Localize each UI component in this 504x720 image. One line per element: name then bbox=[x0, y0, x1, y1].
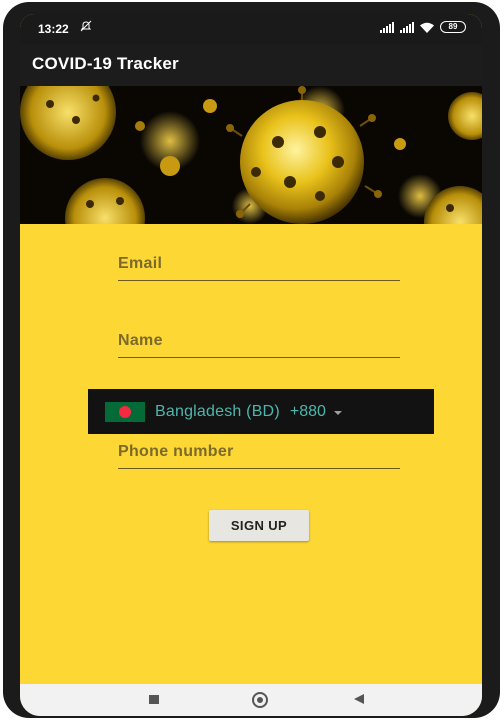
signal-icon bbox=[400, 21, 414, 33]
screen: 13:22 89 COVID-19 Tracker Email Name Ban… bbox=[20, 14, 482, 716]
bangladesh-flag-icon bbox=[105, 401, 145, 422]
sign-up-button[interactable]: SIGN UP bbox=[209, 510, 309, 541]
email-field[interactable] bbox=[118, 250, 400, 278]
signal-icon bbox=[380, 21, 394, 33]
status-bar: 13:22 89 bbox=[20, 14, 482, 44]
email-field-container bbox=[118, 250, 400, 281]
app-bar: COVID-19 Tracker bbox=[20, 44, 482, 86]
chevron-down-icon bbox=[333, 410, 342, 415]
back-button[interactable] bbox=[340, 684, 380, 716]
phone-frame: 13:22 89 COVID-19 Tracker Email Name Ban… bbox=[3, 2, 500, 718]
phone-number-field[interactable] bbox=[118, 438, 400, 466]
recent-apps-button[interactable] bbox=[134, 684, 174, 716]
bell-off-icon bbox=[80, 20, 92, 35]
app-title: COVID-19 Tracker bbox=[32, 54, 179, 73]
coronavirus-particles-image bbox=[20, 86, 482, 224]
country-label: Bangladesh (BD) bbox=[155, 402, 280, 420]
wifi-icon bbox=[420, 22, 434, 33]
phone-field-container bbox=[118, 438, 400, 469]
battery-icon: 89 bbox=[440, 21, 466, 33]
home-button[interactable] bbox=[240, 684, 280, 716]
status-icons: 89 bbox=[380, 21, 466, 33]
name-field-container bbox=[118, 327, 400, 358]
status-time: 13:22 bbox=[38, 22, 69, 36]
country-code-picker[interactable]: Bangladesh (BD) +880 bbox=[88, 389, 434, 434]
dial-code: +880 bbox=[289, 402, 326, 420]
circle-icon bbox=[252, 692, 268, 708]
navigation-bar bbox=[20, 684, 482, 716]
name-field[interactable] bbox=[118, 327, 400, 355]
triangle-back-icon bbox=[354, 694, 364, 704]
square-icon bbox=[149, 695, 159, 704]
